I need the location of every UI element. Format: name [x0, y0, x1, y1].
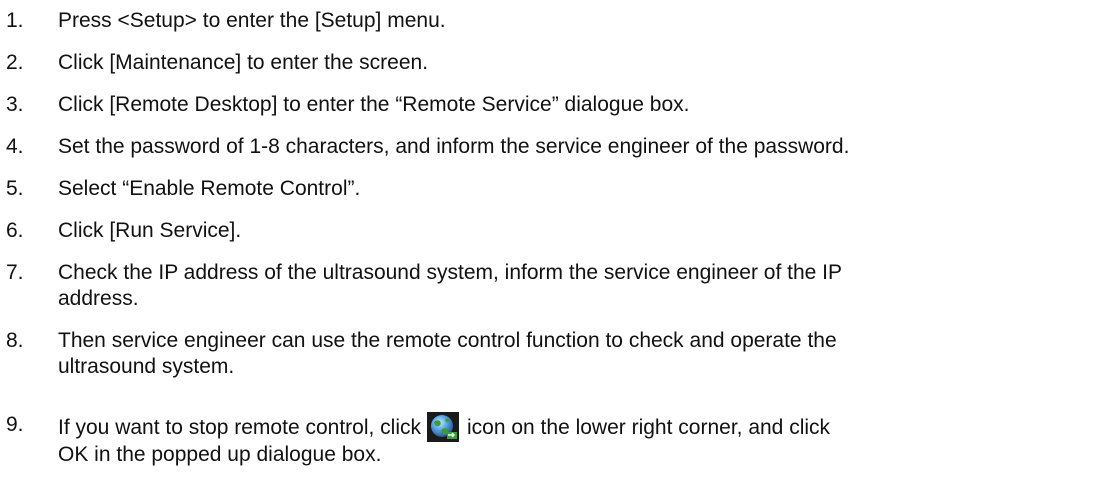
step-number: 8.	[6, 329, 24, 352]
step-text: If you want to stop remote control, clic…	[58, 412, 1098, 468]
step-number: 6.	[6, 219, 24, 242]
step-text-line: If you want to stop remote control, clic…	[58, 412, 1098, 442]
step-text-line: OK in the popped up dialogue box.	[58, 443, 382, 466]
step-text: Select “Enable Remote Control”.	[58, 177, 361, 200]
step-text: Press <Setup> to enter the [Setup] menu.	[58, 9, 446, 32]
step-number: 7.	[6, 261, 24, 284]
step-text: Click [Remote Desktop] to enter the “Rem…	[58, 93, 690, 116]
remote-service-globe-icon	[427, 412, 459, 442]
step-number: 9.	[6, 413, 24, 436]
step-text: Then service engineer can use the remote…	[58, 328, 1098, 380]
step-text: Check the IP address of the ultrasound s…	[58, 260, 1098, 312]
step-text-line: Then service engineer can use the remote…	[58, 329, 837, 352]
step-number: 4.	[6, 135, 24, 158]
step-text-before-icon: If you want to stop remote control, clic…	[58, 416, 421, 439]
step-text: Click [Maintenance] to enter the screen.	[58, 51, 429, 74]
step-text: Set the password of 1-8 characters, and …	[58, 135, 850, 158]
step-number: 2.	[6, 51, 24, 74]
step-number: 3.	[6, 93, 24, 116]
step-text: Click [Run Service].	[58, 219, 242, 242]
step-text-line: Check the IP address of the ultrasound s…	[58, 261, 843, 284]
step-text-after-icon: icon on the lower right corner, and clic…	[467, 416, 831, 439]
step-text-line: address.	[58, 287, 139, 310]
step-text-line: ultrasound system.	[58, 355, 235, 378]
step-number: 5.	[6, 177, 24, 200]
step-number: 1.	[6, 9, 24, 32]
